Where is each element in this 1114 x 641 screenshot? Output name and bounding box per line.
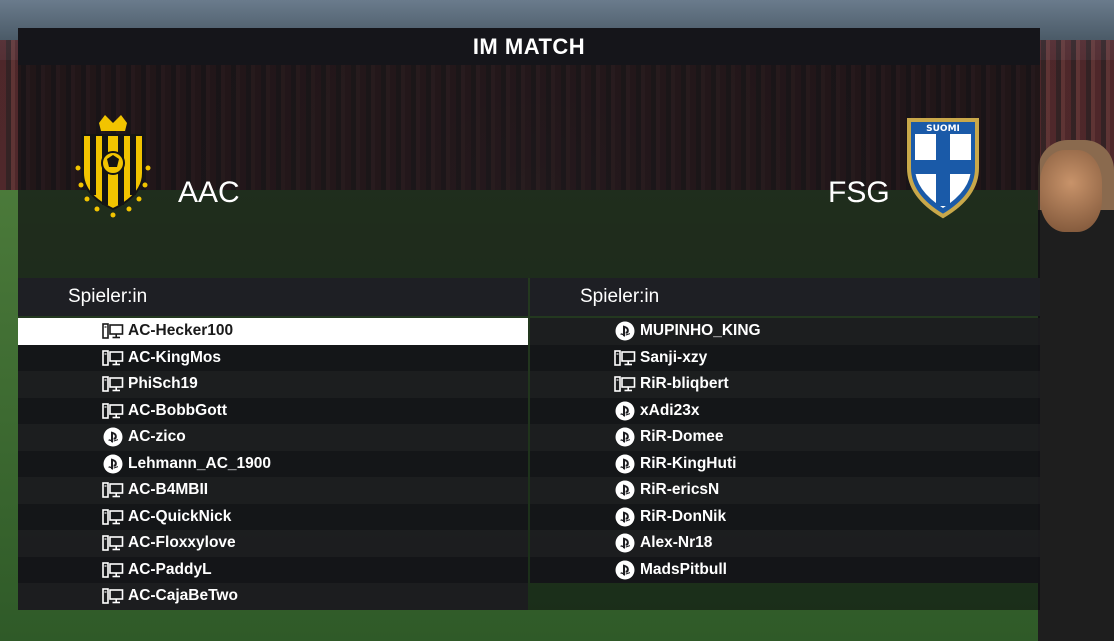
away-players-header: Spieler:in	[530, 278, 1040, 316]
player-row[interactable]: MadsPitbull	[530, 556, 1040, 583]
player-name: RiR-KingHuti	[640, 454, 737, 472]
player-name: AC-BobbGott	[128, 401, 227, 419]
player-name: AC-KingMos	[128, 348, 221, 366]
player-name: MadsPitbull	[640, 560, 727, 578]
player-row[interactable]: AC-B4MBII	[18, 477, 528, 504]
player-row[interactable]: MUPINHO_KING	[530, 318, 1040, 345]
player-row[interactable]: Lehmann_AC_1900	[18, 450, 528, 477]
playstation-icon	[614, 427, 636, 447]
away-team-name: FSG	[828, 176, 890, 209]
home-team-name: AAC	[178, 176, 240, 209]
pc-icon	[102, 481, 124, 499]
player-name: RiR-bliqbert	[640, 375, 729, 393]
player-name: AC-zico	[128, 428, 186, 446]
player-row[interactable]: AC-Floxxylove	[18, 530, 528, 557]
team-banner	[18, 65, 1040, 278]
player-name: xAdi23x	[640, 401, 700, 419]
pc-icon	[102, 534, 124, 552]
home-players-header: Spieler:in	[18, 278, 528, 316]
player-name: AC-QuickNick	[128, 507, 232, 525]
player-name: AC-B4MBII	[128, 481, 209, 499]
player-name: AC-Hecker100	[128, 322, 234, 340]
player-row[interactable]: Sanji-xzy	[530, 344, 1040, 371]
pc-icon	[102, 587, 124, 605]
player-row[interactable]: PhiSch19	[18, 371, 528, 398]
player-row[interactable]: AC-Hecker100	[18, 318, 528, 345]
home-team-crest	[75, 115, 151, 218]
playstation-icon	[614, 401, 636, 421]
playstation-icon	[102, 454, 124, 474]
player-name: RiR-DonNik	[640, 507, 727, 525]
player-row[interactable]: AC-QuickNick	[18, 503, 528, 530]
pc-icon	[614, 375, 636, 393]
player-row[interactable]: xAdi23x	[530, 397, 1040, 424]
player-name: RiR-ericsN	[640, 481, 720, 499]
lineup-panel: IM MATCH AAC FSG SUOMI Spieler:in Spiele…	[18, 28, 1040, 610]
player-row[interactable]: RiR-Domee	[530, 424, 1040, 451]
pc-icon	[614, 349, 636, 367]
player-name: RiR-Domee	[640, 428, 724, 446]
player-row[interactable]: RiR-bliqbert	[530, 371, 1040, 398]
playstation-icon	[614, 560, 636, 580]
player-name: Lehmann_AC_1900	[128, 454, 272, 472]
away-player-list: MUPINHO_KING Sanji-xzy RiR-bliqbert xAdi23x…	[530, 318, 1040, 583]
player-row[interactable]: AC-PaddyL	[18, 556, 528, 583]
player-name: Sanji-xzy	[640, 348, 708, 366]
home-player-list: AC-Hecker100 AC-KingMos PhiSch19 AC-BobbGot…	[18, 318, 528, 610]
player-row[interactable]: Alex-Nr18	[530, 530, 1040, 557]
pc-icon	[102, 561, 124, 579]
page-title: IM MATCH	[472, 33, 586, 59]
player-name: AC-CajaBeTwo	[128, 587, 238, 605]
playstation-icon	[614, 480, 636, 500]
pc-icon	[102, 349, 124, 367]
away-team-crest: SUOMI	[907, 118, 979, 219]
player-name: AC-Floxxylove	[128, 534, 236, 552]
playstation-icon	[614, 321, 636, 341]
playstation-icon	[102, 427, 124, 447]
home-column-label: Spieler:in	[68, 286, 148, 307]
title-bar: IM MATCH	[18, 28, 1040, 65]
player-row[interactable]: AC-zico	[18, 424, 528, 451]
away-column-label: Spieler:in	[580, 286, 660, 307]
player-name: PhiSch19	[128, 375, 198, 393]
player-row[interactable]: AC-KingMos	[18, 344, 528, 371]
player-name: AC-PaddyL	[128, 560, 212, 578]
player-name: MUPINHO_KING	[640, 322, 761, 340]
player-row[interactable]: AC-BobbGott	[18, 397, 528, 424]
pc-icon	[102, 508, 124, 526]
pc-icon	[102, 402, 124, 420]
playstation-icon	[614, 454, 636, 474]
player-row[interactable]: RiR-KingHuti	[530, 450, 1040, 477]
pc-icon	[102, 322, 124, 340]
player-row[interactable]: RiR-DonNik	[530, 503, 1040, 530]
pc-icon	[102, 375, 124, 393]
playstation-icon	[614, 507, 636, 527]
crest-text: SUOMI	[926, 124, 960, 134]
player-name: Alex-Nr18	[640, 534, 713, 552]
player-row[interactable]: RiR-ericsN	[530, 477, 1040, 504]
player-row[interactable]: AC-CajaBeTwo	[18, 583, 528, 610]
playstation-icon	[614, 533, 636, 553]
